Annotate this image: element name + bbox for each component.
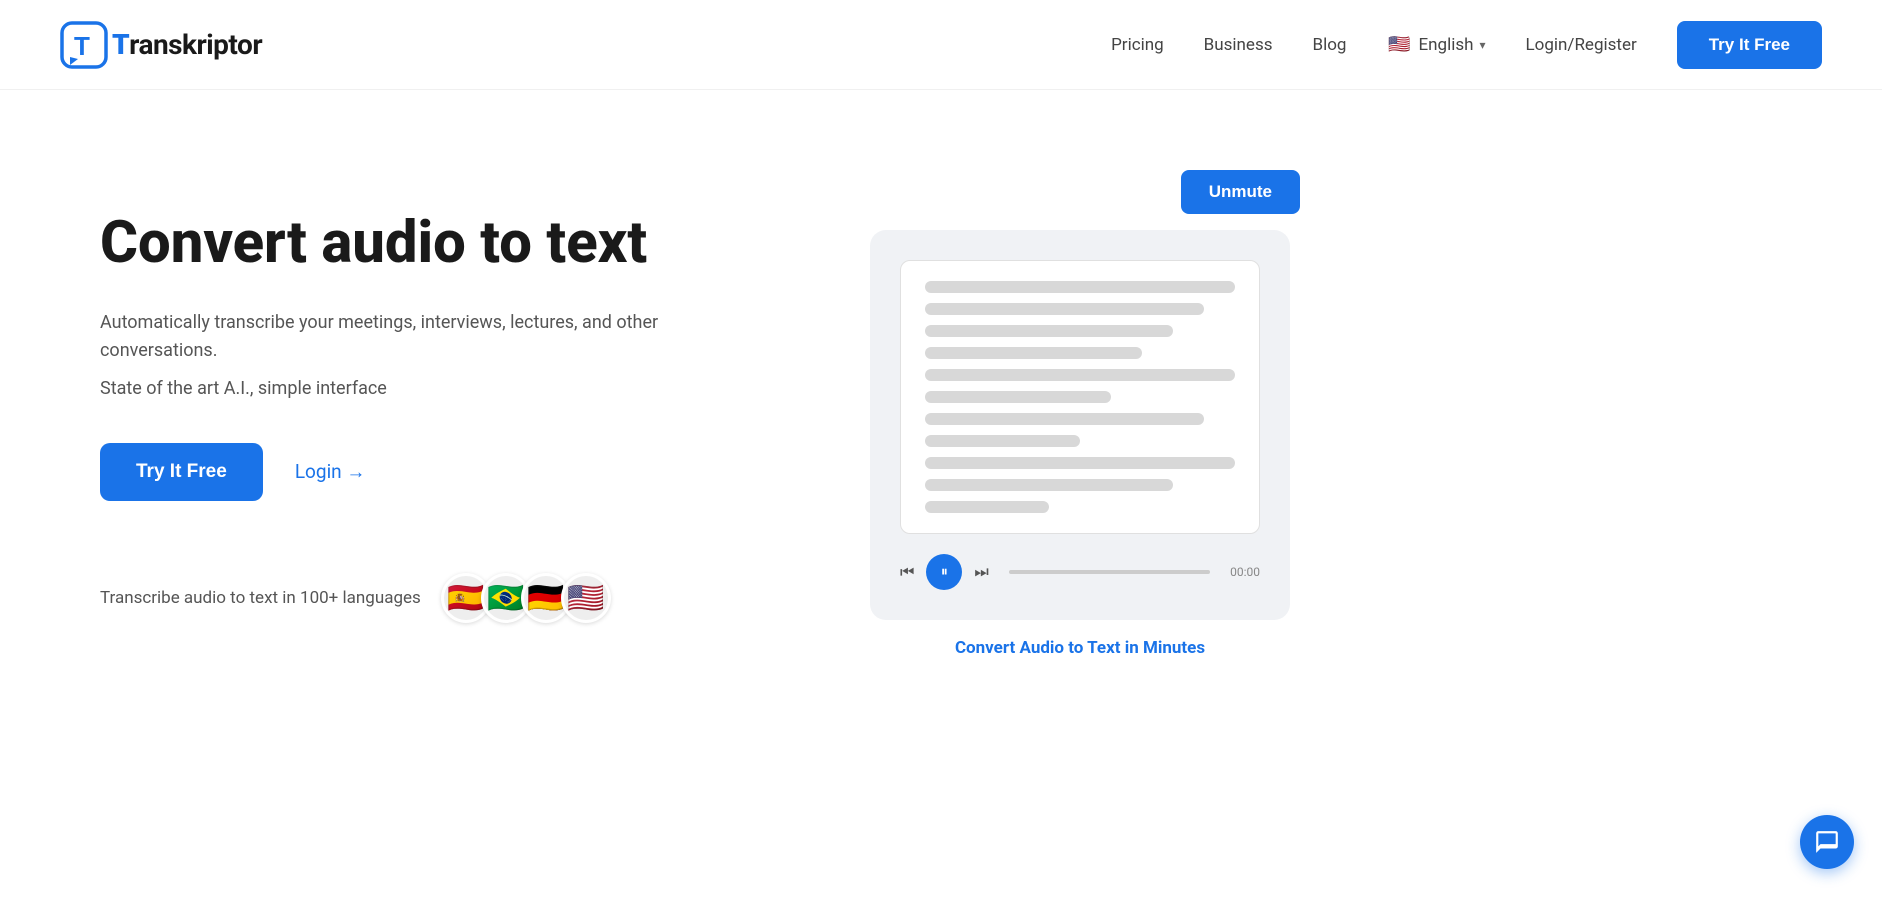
nav-pricing[interactable]: Pricing [1111, 35, 1164, 55]
language-selector[interactable]: 🇺🇸 English ▾ [1386, 32, 1485, 58]
hero-section: Convert audio to text Automatically tran… [0, 90, 1882, 897]
hero-subtitle-2: State of the art A.I., simple interface [100, 378, 780, 399]
transcript-line [925, 347, 1142, 359]
transcript-line [925, 501, 1049, 513]
transcript-line [925, 391, 1111, 403]
transcript-line [925, 369, 1235, 381]
transcript-line [925, 435, 1080, 447]
skip-back-icon[interactable]: ⏮ [900, 562, 914, 582]
video-card: ⏮ ⏸ ⏭ 00:00 [870, 230, 1290, 620]
chat-icon [1814, 829, 1840, 855]
audio-controls: ⏮ ⏸ ⏭ 00:00 [900, 554, 1260, 590]
transcript-line [925, 281, 1235, 293]
nav-business[interactable]: Business [1204, 35, 1273, 55]
navbar: T Transkriptor Pricing Business Blog 🇺🇸 … [0, 0, 1882, 90]
chat-bubble-button[interactable] [1800, 815, 1854, 869]
language-label: English [1418, 35, 1473, 55]
logo-icon: T [60, 21, 108, 69]
flag-stack: 🇪🇸 🇧🇷 🇩🇪 🇺🇸 [441, 573, 611, 623]
hero-languages: Transcribe audio to text in 100+ languag… [100, 573, 780, 623]
chevron-down-icon: ▾ [1479, 38, 1485, 52]
transcript-line [925, 479, 1173, 491]
hero-left: Convert audio to text Automatically tran… [100, 170, 780, 623]
audio-progress-bar[interactable] [1009, 570, 1210, 574]
audio-time: 00:00 [1230, 565, 1260, 579]
nav-blog[interactable]: Blog [1313, 35, 1347, 55]
brand-name: Transkriptor [112, 28, 262, 61]
nav-links: Pricing Business Blog 🇺🇸 English ▾ Login… [1111, 21, 1822, 69]
transcript-line [925, 413, 1204, 425]
login-register-link[interactable]: Login/Register [1526, 35, 1637, 55]
transcript-line [925, 303, 1204, 315]
svg-text:T: T [74, 31, 90, 61]
flag-icon: 🇺🇸 [1386, 32, 1412, 58]
play-pause-icon: ⏸ [941, 564, 948, 580]
hero-buttons: Try It Free Login → [100, 443, 780, 501]
hero-subtitle-1: Automatically transcribe your meetings, … [100, 309, 680, 367]
flag-english: 🇺🇸 [561, 573, 611, 623]
languages-text: Transcribe audio to text in 100+ languag… [100, 588, 421, 608]
unmute-button[interactable]: Unmute [1181, 170, 1300, 214]
play-pause-button[interactable]: ⏸ [926, 554, 962, 590]
try-it-free-button[interactable]: Try It Free [100, 443, 263, 501]
transcript-line [925, 457, 1235, 469]
transcript-line [925, 325, 1173, 337]
hero-title: Convert audio to text [100, 210, 780, 277]
logo[interactable]: T Transkriptor [60, 21, 262, 69]
hero-right: Unmute ⏮ ⏸ ⏭ [780, 170, 1380, 658]
login-arrow-link[interactable]: Login → [295, 460, 366, 484]
try-free-nav-button[interactable]: Try It Free [1677, 21, 1822, 69]
transcript-display [900, 260, 1260, 534]
card-caption: Convert Audio to Text in Minutes [955, 638, 1205, 658]
skip-forward-icon[interactable]: ⏭ [974, 562, 988, 582]
